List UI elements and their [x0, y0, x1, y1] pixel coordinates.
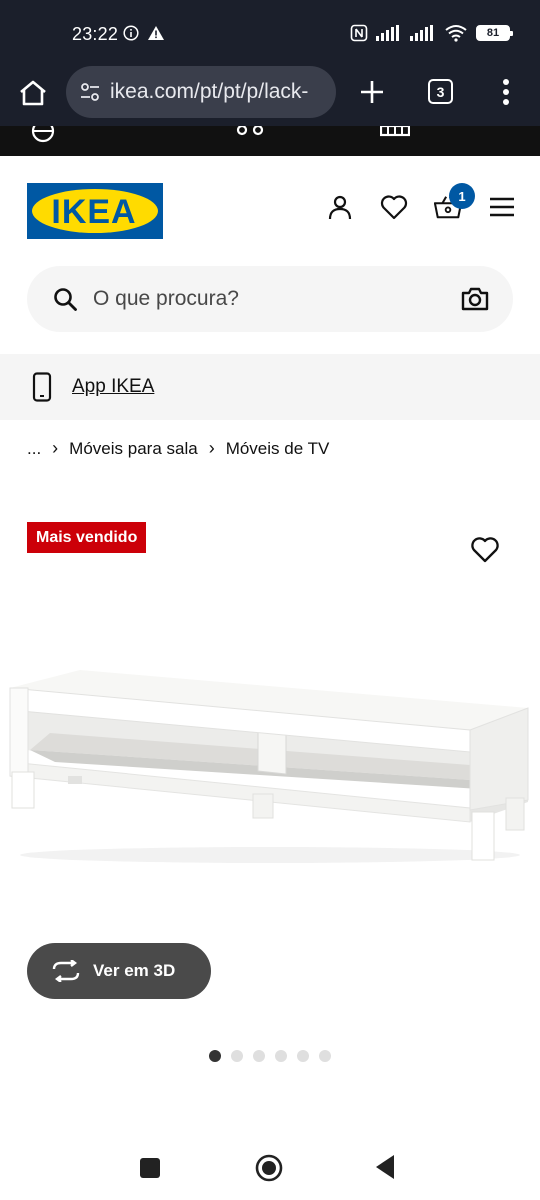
wishlist-button[interactable] — [380, 193, 408, 221]
breadcrumb-item-moveis-para-sala[interactable]: Móveis para sala — [69, 439, 198, 459]
bestseller-badge: Mais vendido — [27, 522, 147, 553]
signal-icon-2 — [410, 25, 433, 41]
status-time: 23:22 — [72, 24, 119, 44]
nfc-icon — [350, 24, 368, 42]
signal-icon — [376, 25, 399, 41]
breadcrumb: ... › Móveis para sala › Móveis de TV — [27, 438, 329, 459]
tab-switcher-button[interactable]: 3 — [428, 79, 453, 104]
header-actions: 1 — [326, 183, 516, 221]
browser-menu-button[interactable] — [494, 74, 518, 110]
heart-icon — [380, 195, 408, 220]
site-settings-icon — [81, 83, 99, 101]
ikea-logo[interactable]: IKEA — [27, 183, 163, 239]
search-icon — [54, 288, 77, 311]
view-in-3d-label: Ver em 3D — [93, 961, 176, 980]
globe-icon — [31, 126, 55, 143]
carousel-dot[interactable] — [319, 1050, 331, 1062]
logo-text: IKEA — [51, 193, 136, 231]
wifi-icon — [445, 25, 467, 42]
back-triangle-icon[interactable] — [374, 1154, 396, 1180]
carousel-dot[interactable] — [231, 1050, 243, 1062]
image-carousel-indicator — [209, 1050, 331, 1062]
product-image-tv-bench[interactable] — [0, 650, 540, 870]
carousel-dot[interactable] — [209, 1050, 221, 1062]
ikea-logo-graphic: IKEA — [27, 183, 163, 239]
url-text: ikea.com/pt/pt/p/lack- — [110, 80, 309, 103]
plus-icon — [361, 81, 383, 103]
cart-count-badge: 1 — [449, 183, 475, 209]
profile-button[interactable] — [326, 193, 354, 221]
hamburger-menu-icon — [490, 197, 514, 217]
battery-indicator: 81 — [476, 25, 513, 41]
status-bar: 23:22 81 — [0, 0, 540, 62]
carousel-dot[interactable] — [253, 1050, 265, 1062]
view-in-3d-button[interactable]: Ver em 3D — [27, 943, 211, 999]
new-tab-button[interactable] — [354, 74, 390, 110]
cart-button[interactable]: 1 — [434, 183, 475, 221]
carousel-dot[interactable] — [297, 1050, 309, 1062]
smartphone-icon — [32, 372, 52, 402]
home-icon — [20, 80, 46, 106]
rotate-3d-icon — [52, 960, 80, 982]
home-circle-icon[interactable] — [255, 1154, 283, 1182]
info-icon — [123, 25, 139, 41]
search-bar[interactable]: O que procura? — [27, 266, 513, 332]
search-input[interactable]: O que procura? — [93, 287, 239, 311]
system-navigation-bar — [0, 1130, 540, 1200]
app-banner: App IKEA — [0, 354, 540, 420]
store-icon — [380, 126, 410, 137]
address-bar[interactable]: ikea.com/pt/pt/p/lack- — [66, 66, 336, 118]
user-icon — [328, 195, 352, 220]
app-ikea-link[interactable]: App IKEA — [72, 376, 154, 398]
status-left-icons — [123, 25, 165, 41]
camera-icon[interactable] — [461, 286, 489, 312]
chevron-right-icon: › — [208, 438, 215, 458]
carousel-dot[interactable] — [275, 1050, 287, 1062]
status-right-icons: 81 — [350, 24, 513, 42]
browser-toolbar: ikea.com/pt/pt/p/lack- 3 — [0, 62, 540, 126]
browser-home-button[interactable] — [16, 76, 50, 110]
breadcrumb-item-moveis-de-tv[interactable]: Móveis de TV — [226, 439, 330, 459]
more-vertical-icon — [503, 79, 509, 105]
breadcrumb-ellipsis[interactable]: ... — [27, 439, 41, 459]
chevron-right-icon: › — [52, 438, 59, 458]
recents-button[interactable] — [140, 1158, 160, 1178]
truck-icon — [236, 126, 264, 136]
warning-icon — [148, 26, 164, 40]
top-info-strip — [0, 126, 540, 156]
main-menu-button[interactable] — [488, 193, 516, 221]
heart-icon[interactable] — [470, 535, 500, 565]
